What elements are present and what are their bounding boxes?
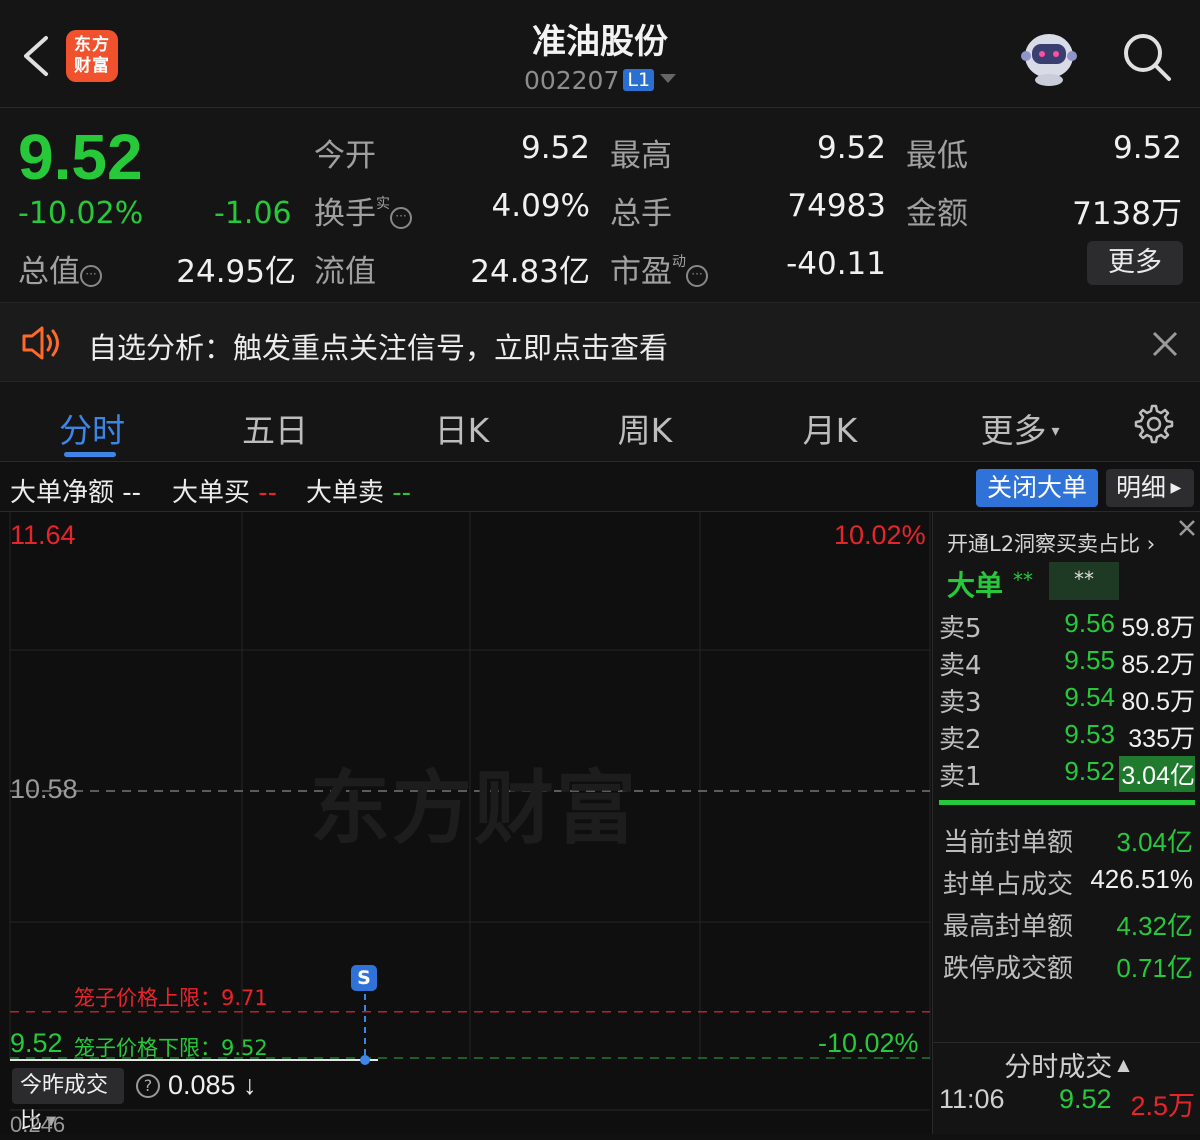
tab-daily-k[interactable]: 日K bbox=[392, 404, 532, 452]
y-axis-top: 11.64 bbox=[10, 520, 76, 550]
low-value: 9.52 bbox=[1112, 130, 1182, 166]
big-order-bar: 大单净额 -- 大单买 -- 大单卖 -- 关闭大单 明细 ▶ bbox=[0, 462, 1200, 512]
big-order-bar-value: ** bbox=[1049, 562, 1119, 600]
change-amount: -1.06 bbox=[214, 196, 292, 231]
float-cap-label: 流值 bbox=[314, 254, 376, 290]
tab-more[interactable]: 更多 ▾ bbox=[950, 404, 1090, 452]
order-book-panel: 开通L2洞察买卖占比 › 大单 ** ** 卖5 9.56 59.8万 卖4 9.55… bbox=[932, 512, 1200, 1134]
pct-axis-top: 10.02% bbox=[834, 520, 926, 550]
volume-value: 74983 bbox=[787, 188, 886, 224]
big-order-label: 大单 bbox=[947, 569, 1004, 602]
amount-value: 7138万 bbox=[1072, 196, 1182, 232]
volume-ratio-dropdown[interactable]: 今昨成交比 ▼ bbox=[12, 1068, 124, 1134]
tab-monthly-k[interactable]: 月K bbox=[760, 404, 900, 452]
tab-weekly-k[interactable]: 周K bbox=[575, 404, 715, 452]
market-cap-label[interactable]: 总值 ··· bbox=[18, 246, 102, 291]
ask-row: 卖2 9.53 335万 bbox=[939, 719, 1195, 755]
high-label: 最高 bbox=[610, 138, 672, 174]
level-badge: L1 bbox=[623, 69, 655, 91]
seal-stat-row: 跌停成交额 0.71亿 bbox=[943, 953, 1193, 984]
tab-five-day[interactable]: 五日 bbox=[205, 404, 345, 452]
market-cap-value: 24.95亿 bbox=[176, 254, 296, 290]
ask-row: 卖3 9.54 80.5万 bbox=[939, 682, 1195, 718]
pe-value: -40.11 bbox=[786, 246, 886, 282]
info-icon: ··· bbox=[390, 207, 412, 229]
dropdown-triangle-icon bbox=[660, 74, 677, 83]
close-icon[interactable] bbox=[1173, 514, 1200, 542]
change-percent: -10.02% bbox=[18, 196, 144, 231]
cage-lower-label: 笼子价格下限：9.52 bbox=[74, 1036, 268, 1060]
app-header: 东方 财富 准油股份 002207 L1 bbox=[0, 0, 1200, 108]
eastmoney-logo: 东方 财富 bbox=[66, 30, 118, 82]
l2-upgrade-link[interactable]: 开通L2洞察买卖占比 › bbox=[947, 528, 1155, 558]
sell-marker[interactable]: S bbox=[351, 965, 377, 991]
volume-ratio-value: 0.085 ↓ bbox=[168, 1070, 257, 1100]
alert-text: 自选分析：触发重点关注信号，立即点击查看 bbox=[88, 331, 669, 365]
info-icon: ··· bbox=[80, 265, 102, 287]
detail-button[interactable]: 明细 ▶ bbox=[1106, 469, 1194, 507]
tick-row: 11:06 9.52 2.5万 bbox=[939, 1084, 1195, 1121]
ask-row: 卖4 9.55 85.2万 bbox=[939, 645, 1195, 681]
help-icon[interactable]: ? bbox=[136, 1074, 160, 1098]
stock-code-row[interactable]: 002207 L1 bbox=[400, 66, 800, 95]
big-net-label: 大单净额 -- bbox=[10, 478, 142, 508]
pe-label[interactable]: 市盈动··· bbox=[610, 246, 708, 291]
pct-axis-bottom: -10.02% bbox=[818, 1028, 919, 1058]
ask-row: 卖1 9.52 3.04亿 bbox=[939, 756, 1195, 792]
tab-intraday[interactable]: 分时 bbox=[22, 404, 162, 452]
watermark: 东方财富 bbox=[310, 762, 638, 855]
volume-label: 总手 bbox=[610, 196, 672, 232]
open-label: 今开 bbox=[314, 138, 376, 174]
volume-axis-label: 0.246 bbox=[10, 1112, 66, 1137]
open-value: 9.52 bbox=[520, 130, 590, 166]
stock-name: 准油股份 bbox=[532, 22, 668, 62]
gear-icon[interactable] bbox=[1130, 402, 1174, 446]
amount-label: 金额 bbox=[906, 196, 968, 232]
stock-code: 002207 bbox=[523, 66, 620, 95]
active-tab-indicator bbox=[64, 452, 116, 457]
close-icon[interactable] bbox=[1148, 327, 1182, 361]
chart-tabs: 分时 五日 日K 周K 月K 更多 ▾ bbox=[0, 382, 1200, 462]
ask-row: 卖5 9.56 59.8万 bbox=[939, 608, 1195, 644]
seal-stat-row: 最高封单额 4.32亿 bbox=[943, 911, 1193, 942]
seal-stat-row: 封单占成交 426.51% bbox=[943, 864, 1193, 900]
more-quote-button[interactable]: 更多 bbox=[1087, 241, 1183, 285]
speaker-icon bbox=[22, 326, 59, 360]
intraday-chart[interactable]: 东方财富 11.64 10.58 9.52 10.02% -10.02% 笼子价… bbox=[0, 512, 932, 1137]
assistant-robot-icon[interactable] bbox=[1016, 26, 1082, 88]
bid-ask-divider bbox=[939, 800, 1195, 805]
turnover-label[interactable]: 换手实··· bbox=[314, 188, 412, 233]
big-sell-label: 大单卖 -- bbox=[306, 478, 412, 508]
big-buy-label: 大单买 -- bbox=[172, 478, 278, 508]
close-big-order-button[interactable]: 关闭大单 bbox=[976, 469, 1098, 507]
low-label: 最低 bbox=[906, 138, 968, 174]
ticks-header[interactable]: 分时成交 ▲ bbox=[933, 1042, 1200, 1084]
big-order-value: ** bbox=[1013, 568, 1033, 592]
alert-banner[interactable]: 自选分析：触发重点关注信号，立即点击查看 bbox=[0, 302, 1200, 382]
quote-panel: 9.52 -10.02% -1.06 今开 9.52 最高 9.52 最低 9.… bbox=[0, 108, 1200, 302]
search-icon[interactable] bbox=[1120, 30, 1174, 84]
y-axis-mid: 10.58 bbox=[10, 774, 78, 804]
turnover-value: 4.09% bbox=[491, 188, 590, 224]
y-axis-bottom: 9.52 bbox=[10, 1028, 63, 1058]
back-arrow-icon[interactable] bbox=[18, 34, 58, 78]
last-price: 9.52 bbox=[18, 121, 143, 193]
info-icon: ··· bbox=[686, 265, 708, 287]
seal-stat-row: 当前封单额 3.04亿 bbox=[943, 827, 1193, 858]
high-value: 9.52 bbox=[816, 130, 886, 166]
cage-upper-label: 笼子价格上限：9.71 bbox=[74, 986, 268, 1010]
float-cap-value: 24.83亿 bbox=[470, 254, 590, 290]
marker-point bbox=[360, 1055, 370, 1065]
